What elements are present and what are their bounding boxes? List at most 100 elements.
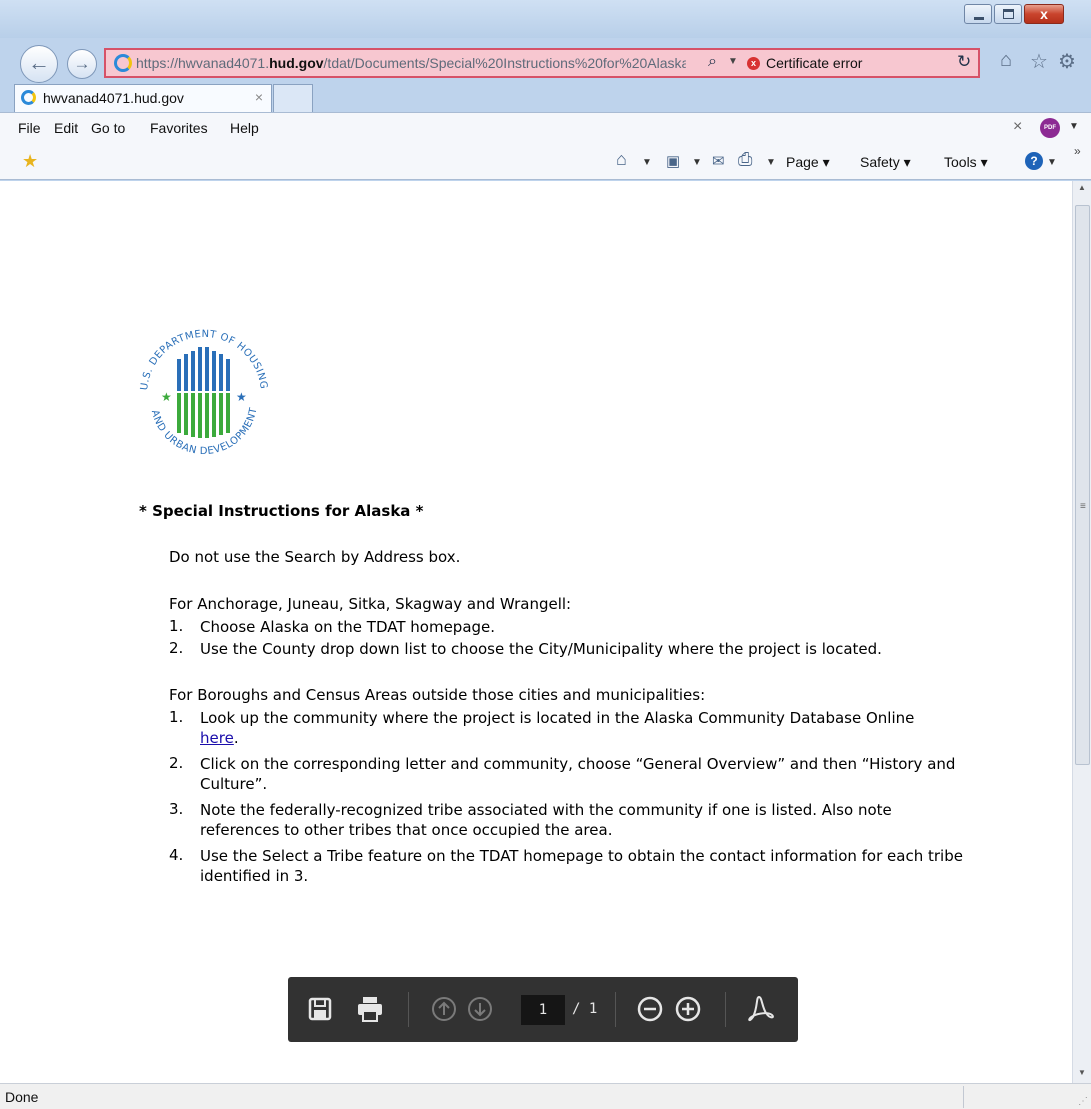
maximize-window-button[interactable] (994, 4, 1022, 24)
back-arrow-icon: ← (28, 50, 50, 75)
close-icon: x (1040, 6, 1048, 22)
tab-title: hwvanad4071.hud.gov (43, 90, 184, 106)
home-icon[interactable]: ⌂ (1000, 49, 1012, 72)
previous-page-button[interactable] (428, 993, 460, 1025)
status-bar: Done ⋰ (0, 1083, 1091, 1109)
next-page-icon (468, 997, 492, 1021)
chevron-down-icon[interactable]: ▼ (1069, 121, 1079, 132)
community-database-link[interactable]: here (200, 729, 234, 747)
toolbar-separator (408, 992, 409, 1027)
save-icon (308, 997, 332, 1021)
prev-page-icon (432, 997, 456, 1021)
chevron-down-icon[interactable]: ▼ (692, 157, 702, 168)
mail-icon[interactable]: ✉ (712, 152, 725, 170)
close-window-button[interactable]: x (1024, 4, 1064, 24)
minimize-window-button[interactable] (964, 4, 992, 24)
certificate-error-icon[interactable]: x (747, 57, 760, 70)
print-button[interactable] (354, 993, 386, 1025)
forward-arrow-icon: → (73, 54, 91, 73)
help-icon[interactable]: ? (1025, 152, 1043, 170)
section2-step-text: Look up the community where the project … (200, 708, 970, 748)
refresh-icon[interactable]: ↻ (957, 52, 971, 72)
chevron-more-icon[interactable]: » (1074, 144, 1081, 158)
pdf-toolbar: 1 / 1 (288, 977, 798, 1042)
tab-hud[interactable]: hwvanad4071.hud.gov × (14, 84, 272, 112)
scroll-down-arrow-icon[interactable]: ▼ (1073, 1068, 1091, 1077)
link-punctuation: . (233, 729, 239, 747)
instruction-intro: Do not use the Search by Address box. (169, 548, 461, 566)
scroll-up-arrow-icon[interactable]: ▲ (1073, 183, 1091, 192)
menu-bar: File Edit Go to Favorites Help × PDF ▼ (0, 112, 1091, 142)
tab-close-icon[interactable]: × (255, 89, 263, 105)
svg-text:★: ★ (161, 390, 172, 404)
status-separator (963, 1086, 964, 1108)
page-menu-label: Page (786, 154, 819, 170)
grip-icon: ≡ (1080, 501, 1086, 512)
svg-text:★: ★ (236, 390, 247, 404)
certificate-error-label[interactable]: Certificate error (766, 55, 862, 71)
section2-step-text: Click on the corresponding letter and co… (200, 755, 956, 793)
gear-icon[interactable]: ⚙ (1058, 49, 1076, 74)
print-icon (358, 997, 382, 1022)
page-total: / 1 (572, 1001, 598, 1017)
menu-help[interactable]: Help (230, 120, 259, 136)
zoom-out-icon (637, 996, 663, 1022)
minimize-icon (974, 17, 984, 20)
pdf-viewport: U.S. DEPARTMENT OF HOUSING AND URBAN DEV… (0, 181, 1072, 1083)
url-prefix: https://hwvanad4071. (136, 55, 270, 71)
section2-step-number: 2. (169, 754, 184, 772)
safety-menu[interactable]: Safety ▾ (860, 154, 911, 171)
pdf-addon-icon[interactable]: PDF (1040, 118, 1060, 138)
forward-button[interactable]: → (67, 49, 97, 79)
print-icon[interactable]: ⎙ (738, 149, 752, 170)
menu-file[interactable]: File (18, 120, 41, 136)
section2-lead: For Boroughs and Census Areas outside th… (169, 686, 706, 704)
resize-grip-icon[interactable]: ⋰ (1078, 1096, 1088, 1107)
feeds-icon[interactable]: ▣ (666, 152, 680, 170)
section2-step-number: 1. (169, 708, 184, 726)
page-number-input[interactable]: 1 (521, 995, 565, 1025)
section2-step-text: Note the federally-recognized tribe asso… (200, 801, 892, 839)
menu-edit[interactable]: Edit (54, 120, 78, 136)
section1-step-number: 2. (169, 639, 184, 657)
address-bar[interactable]: https://hwvanad4071.hud.gov/tdat/Documen… (104, 48, 980, 78)
zoom-out-button[interactable] (634, 993, 666, 1025)
next-page-button[interactable] (464, 993, 496, 1025)
section2-step-number: 4. (169, 846, 184, 864)
menu-goto[interactable]: Go to (91, 120, 125, 136)
section1-step-text: Choose Alaska on the TDAT homepage. (200, 618, 496, 636)
url-path: /tdat/Documents/Special%20Instructions%2… (323, 55, 686, 71)
command-bar: ★ ⌂ ▼ ▣ ▼ ✉ ⎙ ▼ Page ▾ Safety ▾ Tools ▾ … (0, 142, 1091, 180)
svg-text:AND URBAN DEVELOPMENT: AND URBAN DEVELOPMENT (149, 406, 260, 457)
close-icon[interactable]: × (1013, 118, 1022, 136)
home-icon[interactable]: ⌂ (616, 149, 627, 170)
page-menu[interactable]: Page ▾ (786, 154, 830, 171)
chevron-down-icon[interactable]: ▼ (728, 56, 738, 67)
toolbar-separator (725, 992, 726, 1027)
add-favorite-icon[interactable]: ★ (22, 151, 38, 172)
save-button[interactable] (304, 993, 336, 1025)
tools-menu[interactable]: Tools ▾ (944, 154, 988, 171)
toolbar-separator (615, 992, 616, 1027)
menu-favorites[interactable]: Favorites (150, 120, 208, 136)
safety-menu-label: Safety (860, 154, 900, 170)
open-in-acrobat-button[interactable] (744, 993, 776, 1025)
search-icon[interactable]: ⌕ (708, 53, 717, 71)
vertical-scrollbar[interactable]: ▲ ≡ ▼ (1072, 181, 1091, 1083)
hud-seal-logo: U.S. DEPARTMENT OF HOUSING AND URBAN DEV… (139, 329, 268, 457)
section1-step-text: Use the County drop down list to choose … (200, 640, 882, 658)
chevron-down-icon[interactable]: ▼ (1047, 157, 1057, 168)
url-domain: hud.gov (269, 55, 324, 71)
zoom-in-button[interactable] (672, 993, 704, 1025)
chevron-down-icon[interactable]: ▼ (642, 157, 652, 168)
section1-lead: For Anchorage, Juneau, Sitka, Skagway an… (169, 595, 572, 613)
chevron-down-icon[interactable]: ▼ (766, 157, 776, 168)
url-text[interactable]: https://hwvanad4071.hud.gov/tdat/Documen… (136, 55, 686, 71)
ie-logo-icon (114, 54, 132, 72)
back-button[interactable]: ← (20, 45, 58, 83)
scrollbar-thumb[interactable]: ≡ (1075, 205, 1090, 765)
favorites-star-icon[interactable]: ☆ (1030, 49, 1048, 74)
section2-step-text-body: Look up the community where the project … (200, 709, 915, 727)
new-tab-button[interactable] (273, 84, 313, 112)
zoom-in-icon (675, 996, 701, 1022)
